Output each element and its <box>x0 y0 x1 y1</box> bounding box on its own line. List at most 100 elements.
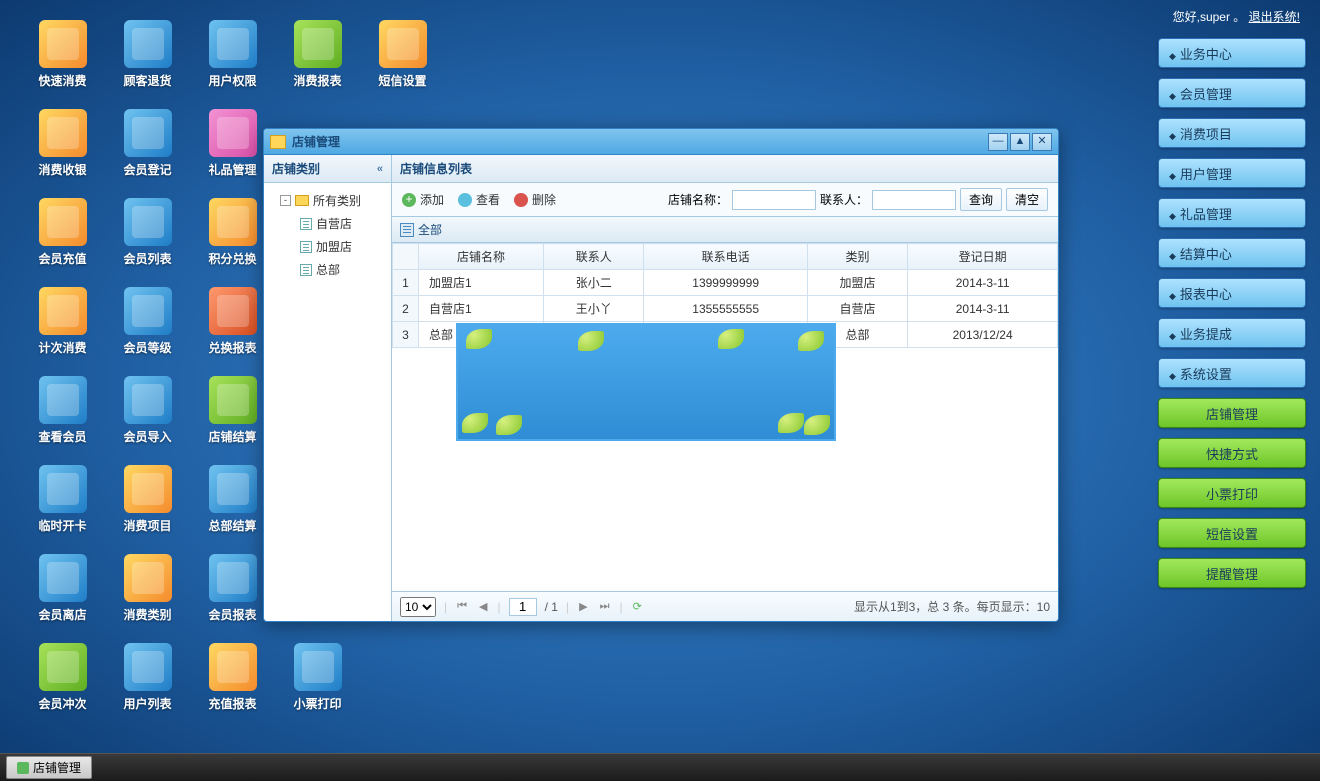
page-number-input[interactable] <box>509 598 537 616</box>
column-header[interactable]: 店铺名称 <box>419 244 544 270</box>
sidemenu-item[interactable]: 店铺管理 <box>1158 398 1306 428</box>
column-header[interactable]: 登记日期 <box>908 244 1058 270</box>
view-icon <box>458 193 472 207</box>
desktop-icon[interactable]: 会员等级 <box>105 287 190 356</box>
page-total: / 1 <box>545 600 558 614</box>
watermark-overlay <box>456 323 836 441</box>
icon-label: 顾客退货 <box>105 72 190 89</box>
sidemenu-item[interactable]: 报表中心 <box>1158 278 1306 308</box>
tree-item[interactable]: 总部 <box>268 258 387 281</box>
desktop-icon[interactable]: 小票打印 <box>275 643 360 712</box>
sidemenu-item[interactable]: 业务中心 <box>1158 38 1306 68</box>
refresh-button[interactable]: ⟳ <box>631 600 644 613</box>
sidemenu-item[interactable]: 系统设置 <box>1158 358 1306 388</box>
app-icon <box>379 20 427 68</box>
sidemenu-item[interactable]: 快捷方式 <box>1158 438 1306 468</box>
tree-item[interactable]: 加盟店 <box>268 235 387 258</box>
desktop-icon[interactable]: 临时开卡 <box>20 465 105 534</box>
last-page-button[interactable]: ⏭ <box>598 600 612 613</box>
tree-item[interactable]: 自营店 <box>268 212 387 235</box>
first-page-button[interactable]: ⏮ <box>455 600 469 613</box>
minimize-button[interactable]: — <box>988 133 1008 151</box>
collapse-tree-button[interactable]: « <box>377 163 383 175</box>
app-icon <box>124 376 172 424</box>
desktop-icon[interactable]: 顾客退货 <box>105 20 190 89</box>
column-header[interactable]: 类别 <box>807 244 907 270</box>
desktop-icon[interactable]: 会员充值 <box>20 198 105 267</box>
icon-label: 会员等级 <box>105 339 190 356</box>
tree-header: 店铺类别 <box>272 160 320 177</box>
prev-page-button[interactable]: ◀ <box>477 600 489 613</box>
taskbar: 店铺管理 <box>0 753 1320 781</box>
desktop-icon[interactable]: 计次消费 <box>20 287 105 356</box>
table-row[interactable]: 2 自营店1 王小丫 1355555555 自营店 2014-3-11 <box>393 296 1058 322</box>
desktop-icon[interactable]: 会员列表 <box>105 198 190 267</box>
icon-label: 用户权限 <box>190 72 275 89</box>
app-icon <box>124 109 172 157</box>
icon-label: 查看会员 <box>20 428 105 445</box>
desktop-icon[interactable]: 充值报表 <box>190 643 275 712</box>
desktop-icon[interactable]: 快速消费 <box>20 20 105 89</box>
maximize-button[interactable]: ▲ <box>1010 133 1030 151</box>
app-icon <box>124 198 172 246</box>
icon-label: 短信设置 <box>360 72 445 89</box>
sidemenu-item[interactable]: 礼品管理 <box>1158 198 1306 228</box>
icon-label: 会员冲次 <box>20 695 105 712</box>
app-icon <box>209 376 257 424</box>
close-button[interactable]: ✕ <box>1032 133 1052 151</box>
app-icon <box>209 554 257 602</box>
column-header[interactable] <box>393 244 419 270</box>
app-icon <box>39 287 87 335</box>
table-row[interactable]: 1 加盟店1 张小二 1399999999 加盟店 2014-3-11 <box>393 270 1058 296</box>
clear-button[interactable]: 清空 <box>1006 188 1048 211</box>
icon-label: 消费项目 <box>105 517 190 534</box>
tree-root[interactable]: -所有类别 <box>268 189 387 212</box>
app-icon <box>39 554 87 602</box>
document-icon <box>300 264 312 276</box>
desktop-icon[interactable]: 用户列表 <box>105 643 190 712</box>
search-button[interactable]: 查询 <box>960 188 1002 211</box>
sidemenu-item[interactable]: 会员管理 <box>1158 78 1306 108</box>
desktop-icon[interactable]: 短信设置 <box>360 20 445 89</box>
next-page-button[interactable]: ▶ <box>577 600 589 613</box>
app-icon <box>17 762 29 774</box>
sidemenu-item[interactable]: 短信设置 <box>1158 518 1306 548</box>
delete-button[interactable]: 删除 <box>514 191 556 208</box>
sidemenu-item[interactable]: 小票打印 <box>1158 478 1306 508</box>
desktop-icon[interactable]: 会员导入 <box>105 376 190 445</box>
icon-label: 消费报表 <box>275 72 360 89</box>
desktop-icon[interactable]: 消费类别 <box>105 554 190 623</box>
sidemenu-item[interactable]: 提醒管理 <box>1158 558 1306 588</box>
column-header[interactable]: 联系人 <box>544 244 644 270</box>
app-icon <box>39 20 87 68</box>
sidemenu-item[interactable]: 结算中心 <box>1158 238 1306 268</box>
desktop-icon[interactable]: 会员登记 <box>105 109 190 178</box>
contact-input[interactable] <box>872 190 956 210</box>
view-button[interactable]: 查看 <box>458 191 500 208</box>
sidemenu-item[interactable]: 业务提成 <box>1158 318 1306 348</box>
page-size-select[interactable]: 10 <box>400 597 436 617</box>
store-name-input[interactable] <box>732 190 816 210</box>
desktop-icon[interactable]: 消费收银 <box>20 109 105 178</box>
desktop-icon[interactable]: 查看会员 <box>20 376 105 445</box>
taskbar-item[interactable]: 店铺管理 <box>6 756 92 779</box>
add-button[interactable]: 添加 <box>402 191 444 208</box>
column-header[interactable]: 联系电话 <box>644 244 807 270</box>
sidemenu-item[interactable]: 用户管理 <box>1158 158 1306 188</box>
sidemenu-item[interactable]: 消费项目 <box>1158 118 1306 148</box>
app-icon <box>209 465 257 513</box>
user-bar: 您好,super 。 退出系统! <box>1173 8 1300 25</box>
icon-label: 会员离店 <box>20 606 105 623</box>
pagination-bar: 10 | ⏮ ◀ | / 1 | ▶ ⏭ | ⟳ 显示从1到3，总 3 条。每页… <box>392 591 1058 621</box>
section-title: 全部 <box>418 221 442 238</box>
desktop-icon[interactable]: 会员离店 <box>20 554 105 623</box>
desktop-icon[interactable]: 会员冲次 <box>20 643 105 712</box>
list-toolbar: 添加 查看 删除 店铺名称： 联系人： 查询 清空 <box>392 183 1058 217</box>
icon-label: 充值报表 <box>190 695 275 712</box>
window-titlebar[interactable]: 店铺管理 — ▲ ✕ <box>264 129 1058 155</box>
desktop-icon[interactable]: 消费项目 <box>105 465 190 534</box>
expand-icon[interactable]: - <box>280 195 291 206</box>
desktop-icon[interactable]: 用户权限 <box>190 20 275 89</box>
logout-link[interactable]: 退出系统! <box>1249 10 1300 24</box>
desktop-icon[interactable]: 消费报表 <box>275 20 360 89</box>
